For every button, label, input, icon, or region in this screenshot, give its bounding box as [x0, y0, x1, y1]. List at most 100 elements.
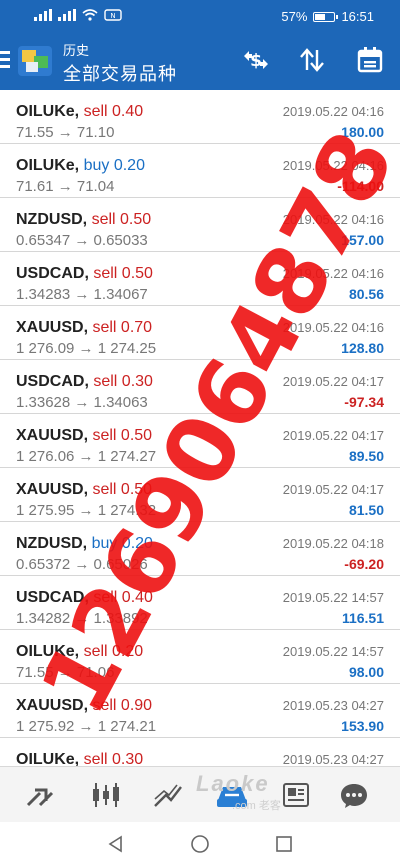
bottom-toolbar: Laoke .com 老客: [0, 766, 400, 822]
trade-tab[interactable]: [150, 777, 186, 813]
trade-profit: 180.00: [341, 124, 384, 140]
trade-row[interactable]: OILUKe, sell 0.40 71.55 → 71.10 2019.05.22…: [0, 90, 400, 144]
trade-symbol: XAUUSD,: [16, 427, 89, 444]
trade-symbol-line: OILUKe, buy 0.20: [16, 157, 145, 175]
trade-row[interactable]: NZDUSD, buy 0.20 0.65372 → 0.65026 2019.05…: [0, 522, 400, 576]
trade-row[interactable]: NZDUSD, sell 0.50 0.65347 → 0.65033 2019.0…: [0, 198, 400, 252]
trade-datetime: 2019.05.22 14:57: [282, 590, 384, 605]
chart-tab[interactable]: [88, 777, 124, 813]
trade-prices: 0.65372 → 0.65026: [16, 556, 148, 573]
trade-row[interactable]: OILUKe, buy 0.20 71.61 → 71.04 2019.05.22 …: [0, 144, 400, 198]
trade-symbol-line: XAUUSD, sell 0.50: [16, 427, 152, 445]
news-tab[interactable]: [278, 777, 314, 813]
trade-profit: -114.00: [337, 178, 384, 194]
calendar-icon: [357, 47, 383, 73]
svg-text:N: N: [110, 12, 115, 20]
trade-side-lot: sell 0.70: [92, 319, 153, 336]
trade-symbol-line: USDCAD, sell 0.50: [16, 265, 153, 283]
trade-symbol: XAUUSD,: [16, 481, 89, 498]
recents-button[interactable]: [272, 832, 296, 856]
menu-icon[interactable]: [0, 51, 14, 69]
signal-icon-2: [58, 9, 76, 21]
trade-symbol-line: NZDUSD, buy 0.20: [16, 535, 153, 553]
sort-button[interactable]: [296, 44, 328, 76]
trade-symbol: USDCAD,: [16, 373, 89, 390]
trade-symbol: XAUUSD,: [16, 319, 89, 336]
trade-profit: 89.50: [348, 448, 384, 464]
trade-datetime: 2019.05.22 04:17: [282, 374, 384, 389]
trade-symbol-line: XAUUSD, sell 0.70: [16, 319, 152, 337]
brand-watermark: Laoke: [196, 771, 270, 796]
trade-row[interactable]: USDCAD, sell 0.50 1.34283 → 1.34067 2019.0…: [0, 252, 400, 306]
trade-prices: 71.55 → 71.10: [16, 124, 115, 141]
trade-prices: 1 276.06 → 1 274.27: [16, 448, 157, 465]
trade-row[interactable]: XAUUSD, sell 0.90 1 275.92 → 1 274.21 2019…: [0, 684, 400, 738]
trade-symbol: NZDUSD,: [16, 211, 88, 228]
home-icon: [191, 835, 209, 853]
trade-icon: [154, 784, 182, 807]
trade-datetime: 2019.05.23 04:27: [282, 698, 384, 713]
trade-symbol: NZDUSD,: [16, 535, 88, 552]
signal-icon: [34, 9, 52, 21]
trade-datetime: 2019.05.22 04:16: [282, 104, 384, 119]
trade-side-lot: sell 0.50: [92, 481, 153, 498]
trade-symbol: XAUUSD,: [16, 697, 89, 714]
app-subtitle: 历史: [63, 43, 90, 58]
trade-symbol-line: USDCAD, sell 0.40: [16, 589, 153, 607]
trade-history-list[interactable]: OILUKe, sell 0.40 71.55 → 71.10 2019.05.22…: [0, 90, 400, 766]
status-left: N: [34, 9, 122, 21]
trade-prices: 0.65347 → 0.65033: [16, 232, 148, 249]
back-button[interactable]: [104, 832, 128, 856]
trade-prices: 1.34283 → 1.34067: [16, 286, 148, 303]
trade-datetime: 2019.05.22 04:16: [282, 158, 384, 173]
trade-row[interactable]: XAUUSD, sell 0.70 1 276.09 → 1 274.25 2019…: [0, 306, 400, 360]
trade-prices: 71.55 → 71.06: [16, 664, 115, 681]
battery-percent: 57%: [281, 9, 308, 24]
brand-watermark-sub: .com 老客: [232, 800, 281, 812]
trade-row[interactable]: XAUUSD, sell 0.50 1 275.95 → 1 274.32 2019…: [0, 468, 400, 522]
trade-symbol: OILUKe,: [16, 157, 80, 174]
trade-side-lot: sell 0.90: [92, 697, 153, 714]
clock: 16:51: [341, 9, 374, 24]
trade-symbol-line: OILUKe, sell 0.40: [16, 103, 143, 121]
status-bar: N 57% 16:51: [0, 0, 400, 34]
currency-exchange-button[interactable]: $: [240, 44, 272, 76]
trade-row[interactable]: OILUKe, sell 0.30 2019.05.23 04:27: [0, 738, 400, 766]
trade-profit: -69.20: [344, 556, 384, 572]
trade-row[interactable]: XAUUSD, sell 0.50 1 276.06 → 1 274.27 2019…: [0, 414, 400, 468]
battery-icon: [313, 11, 339, 22]
trade-symbol: OILUKe,: [16, 103, 80, 120]
trade-datetime: 2019.05.22 14:57: [282, 644, 384, 659]
trade-prices: 1.33628 → 1.34063: [16, 394, 148, 411]
chat-tab[interactable]: [336, 777, 372, 813]
trade-side-lot: sell 0.50: [91, 211, 152, 228]
battery-level: [315, 13, 326, 20]
sort-icon: [300, 48, 324, 72]
trade-profit: 157.00: [341, 232, 384, 248]
back-icon: [108, 835, 122, 853]
trade-profit: 81.50: [348, 502, 384, 518]
home-button[interactable]: [188, 832, 212, 856]
trade-row[interactable]: OILUKe, sell 0.20 71.55 → 71.06 2019.05.22…: [0, 630, 400, 684]
page-title[interactable]: 全部交易品种: [63, 60, 177, 86]
trade-profit: 153.90: [341, 718, 384, 734]
trade-prices: 1 276.09 → 1 274.25: [16, 340, 157, 357]
trade-datetime: 2019.05.22 04:18: [282, 536, 384, 551]
trade-profit: -97.34: [344, 394, 384, 410]
currency-exchange-icon: $: [244, 51, 268, 71]
chat-icon: [341, 784, 367, 808]
quotes-tab[interactable]: [22, 777, 58, 813]
trade-row[interactable]: USDCAD, sell 0.40 1.34282 → 1.33892 2019.0…: [0, 576, 400, 630]
trade-side-lot: buy 0.20: [91, 535, 153, 552]
calendar-button[interactable]: [354, 44, 386, 76]
trade-profit: 128.80: [341, 340, 384, 356]
trade-side-lot: sell 0.30: [93, 373, 153, 390]
trade-row[interactable]: USDCAD, sell 0.30 1.33628 → 1.34063 2019.0…: [0, 360, 400, 414]
wifi-icon: [82, 9, 98, 21]
trade-datetime: 2019.05.22 04:17: [282, 428, 384, 443]
trade-datetime: 2019.05.22 04:16: [282, 212, 384, 227]
trade-profit: 80.56: [348, 286, 384, 302]
trade-symbol-line: NZDUSD, sell 0.50: [16, 211, 151, 229]
trade-side-lot: sell 0.50: [92, 427, 153, 444]
trade-symbol-line: OILUKe, sell 0.30: [16, 751, 143, 766]
